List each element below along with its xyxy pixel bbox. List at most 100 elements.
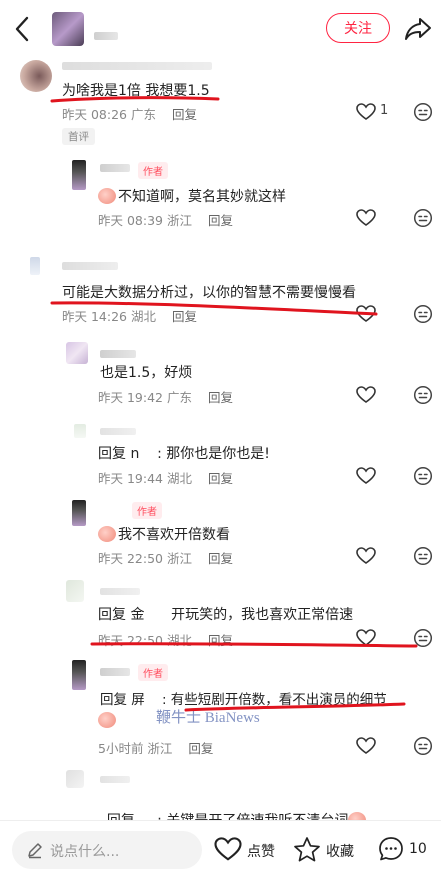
commenter-name (62, 62, 212, 70)
emoji-reply-button[interactable] (413, 546, 433, 566)
author-tag: 作者 (138, 664, 168, 681)
collect-action-label: 收藏 (326, 844, 354, 860)
watermark: 鞭牛士 BiaNews (156, 710, 260, 726)
emoji-reply-button[interactable] (413, 208, 433, 228)
reply-meta: 昨天 08:39 浙江 回复 (98, 213, 233, 228)
comment-input-placeholder: 说点什么... (50, 844, 120, 860)
author-avatar[interactable] (52, 12, 84, 46)
reply-avatar[interactable] (66, 342, 88, 364)
comment-count: 10 (409, 841, 427, 857)
heart-icon (356, 305, 376, 322)
share-button[interactable] (404, 16, 432, 42)
sticker-icon (98, 188, 116, 204)
commenter-avatar[interactable] (30, 257, 40, 275)
reply-text: 回复 n : 那你也是你也是! (98, 446, 270, 462)
like-button[interactable]: 1 (356, 102, 396, 124)
sticker-icon (98, 712, 116, 728)
like-button[interactable] (356, 547, 378, 567)
reply-button[interactable]: 回复 (208, 471, 233, 486)
reply-author-name (100, 350, 136, 358)
reply-button[interactable]: 回复 (188, 741, 213, 756)
smiley-icon (413, 628, 433, 648)
emoji-reply-button[interactable] (413, 466, 433, 486)
emoji-reply-button[interactable] (413, 628, 433, 648)
reply-avatar[interactable] (72, 660, 86, 690)
reply-button[interactable]: 回复 (208, 551, 233, 566)
heart-icon (356, 103, 376, 120)
heart-icon (356, 467, 376, 484)
reply-button[interactable]: 回复 (208, 213, 233, 228)
star-icon (294, 837, 320, 862)
emoji-reply-button[interactable] (413, 102, 433, 122)
pencil-icon (28, 843, 42, 859)
reply-button[interactable]: 回复 (208, 390, 233, 405)
reply-button[interactable]: 回复 (172, 107, 197, 122)
comment-input[interactable]: 说点什么... (12, 831, 202, 869)
comment-bubble-icon (379, 837, 403, 861)
like-button[interactable] (356, 737, 378, 757)
comment-text: 可能是大数据分析过，以你的智慧不需要慢慢看 (62, 285, 356, 301)
heart-icon (356, 209, 376, 226)
reply-button[interactable]: 回复 (172, 309, 197, 324)
reply-button[interactable]: 回复 (208, 633, 233, 648)
reply-meta: 昨天 22:50 浙江 回复 (98, 551, 233, 566)
follow-label: 关注 (344, 21, 372, 37)
emoji-reply-button[interactable] (413, 736, 433, 756)
emoji-reply-button[interactable] (413, 304, 433, 324)
reply-meta: 昨天 19:44 湖北 回复 (98, 471, 233, 486)
first-comment-badge: 首评 (62, 128, 95, 145)
reply-avatar[interactable] (72, 500, 86, 526)
sticker-icon (98, 526, 116, 542)
comment-meta: 昨天 08:26 广东 回复 (62, 104, 197, 123)
reply-text: 也是1.5，好烦 (100, 365, 193, 381)
smiley-icon (413, 208, 433, 228)
commenter-name (62, 262, 118, 270)
commenter-avatar[interactable] (20, 60, 52, 92)
author-tag: 作者 (138, 162, 168, 179)
heart-icon (356, 629, 376, 646)
reply-author-name (100, 428, 136, 435)
smiley-icon (413, 736, 433, 756)
back-button[interactable] (10, 14, 36, 44)
comment-meta: 昨天 14:26 湖北 回复 (62, 309, 197, 324)
comment-text: 为啥我是1倍 我想要1.5 (62, 83, 210, 99)
smiley-icon (413, 466, 433, 486)
reply-text: 我不喜欢开倍数看 (98, 524, 230, 544)
reply-text: 回复 金 开玩笑的，我也喜欢正常倍速 (98, 607, 354, 623)
reply-meta: 昨天 22:50 湖北 回复 (98, 633, 233, 648)
heart-icon (214, 837, 242, 861)
follow-button[interactable]: 关注 (326, 13, 390, 43)
heart-icon (356, 547, 376, 564)
reply-meta: 5小时前 浙江 回复 (98, 741, 214, 756)
chevron-left-icon (15, 16, 29, 42)
like-count: 1 (380, 103, 389, 118)
like-button[interactable] (356, 386, 378, 406)
reply-text: 回复 屏 : 有些短剧开倍数，看不出演员的细节 (100, 692, 387, 708)
author-name (94, 32, 118, 40)
like-button[interactable] (356, 209, 378, 229)
comment-time: 昨天 08:26 广东 (62, 107, 156, 122)
reply-avatar[interactable] (66, 770, 84, 788)
like-action[interactable]: 点赞 (214, 835, 278, 865)
author-tag: 作者 (132, 502, 162, 519)
emoji-reply-button[interactable] (413, 385, 433, 405)
smiley-icon (413, 102, 433, 122)
like-button[interactable] (356, 629, 378, 649)
reply-text: 不知道啊，莫名其妙就这样 (98, 186, 286, 206)
collect-action[interactable]: 收藏 (293, 835, 357, 865)
like-action-label: 点赞 (247, 844, 275, 860)
heart-icon (356, 737, 376, 754)
like-button[interactable] (356, 467, 378, 487)
reply-author-name (100, 668, 130, 676)
comment-action[interactable]: 10 (377, 835, 437, 865)
reply-author-name (100, 588, 140, 595)
reply-author-name (100, 164, 130, 172)
share-arrow-icon (405, 18, 431, 40)
reply-avatar[interactable] (74, 424, 86, 438)
bottom-action-bar: 说点什么... 点赞 收藏 10 (0, 820, 441, 896)
reply-author-name (100, 776, 130, 783)
reply-meta: 昨天 19:42 广东 回复 (98, 390, 233, 405)
like-button[interactable] (356, 305, 378, 325)
reply-avatar[interactable] (72, 160, 86, 190)
reply-avatar[interactable] (66, 580, 84, 602)
